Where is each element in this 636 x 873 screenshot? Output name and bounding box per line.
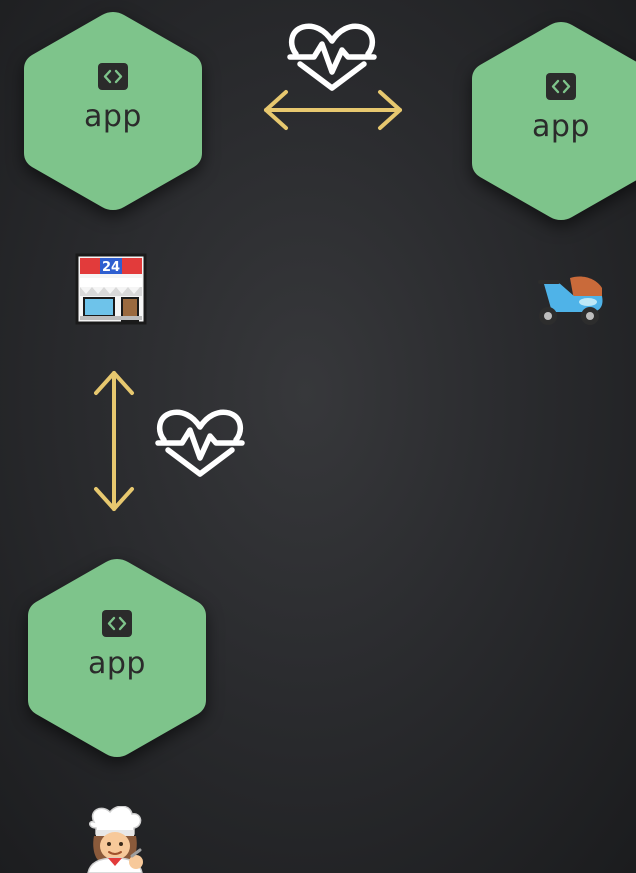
convenience-store-icon: 24 [75,253,147,325]
code-icon [98,63,128,90]
app-node-2[interactable]: app [466,16,636,226]
scooter-icon [538,276,603,325]
code-icon [102,610,132,637]
cook-icon [87,806,143,873]
svg-text:24: 24 [102,260,120,275]
app-node-3[interactable]: app [22,553,212,763]
code-icon [546,73,576,100]
node-label: app [84,99,142,134]
node-label: app [532,109,590,144]
heartbeat-icon [155,409,245,477]
vertical-double-arrow [94,371,134,511]
app-node-1[interactable]: app [18,6,208,216]
node-label: app [88,646,146,681]
heartbeat-icon [287,23,377,91]
